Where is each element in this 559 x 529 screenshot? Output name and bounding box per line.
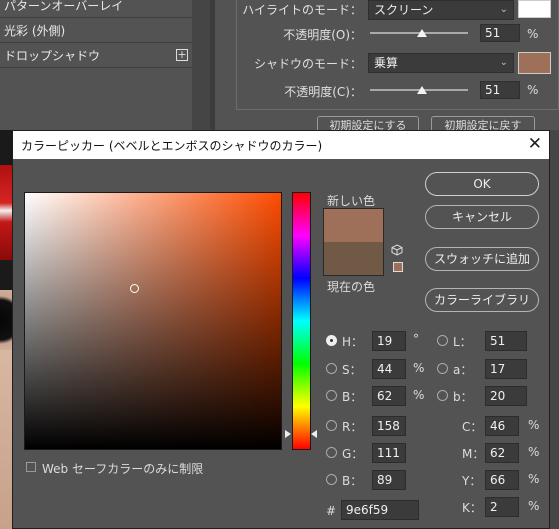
layer-style-list: パターンオーバーレイ 光彩 (外側) ドロップシャドウ + [0, 0, 210, 130]
highlight-color-swatch[interactable] [518, 0, 551, 18]
hue-slider[interactable] [292, 192, 311, 450]
b-input[interactable]: 62 [372, 386, 406, 406]
m-label: M： [462, 447, 485, 461]
g-label: G： [342, 447, 364, 461]
shadow-opacity-label: 不透明度(C)： [284, 85, 362, 99]
h-input[interactable]: 19 [372, 331, 406, 351]
degree-unit: ° [413, 332, 419, 346]
radio-a[interactable] [437, 363, 448, 374]
hex-input[interactable]: 9e6f59 [341, 500, 419, 520]
m-input[interactable]: 62 [485, 443, 519, 463]
web-safe-color-swatch[interactable] [393, 262, 403, 272]
color-picker-dialog: カラーピッカー (ベベルとエンボスのシャドウのカラー) ✕ 新しい色 現在の色 … [12, 130, 550, 529]
radio-lab-b[interactable] [437, 390, 448, 401]
radio-h[interactable] [326, 335, 337, 346]
add-to-swatches-button[interactable]: スウォッチに追加 [425, 247, 539, 271]
highlight-opacity-label: 不透明度(O)： [283, 28, 362, 42]
color-selector-ring[interactable] [130, 284, 139, 293]
close-icon[interactable]: ✕ [528, 134, 542, 154]
radio-g[interactable] [326, 447, 337, 458]
web-safe-checkbox[interactable] [26, 462, 36, 472]
s-label: S： [342, 363, 362, 377]
highlight-mode-select[interactable]: スクリーン ⌄ [368, 0, 514, 20]
shadow-mode-select[interactable]: 乗算 ⌄ [368, 53, 514, 73]
new-color-label: 新しい色 [327, 194, 376, 208]
s-input[interactable]: 44 [372, 359, 406, 379]
style-list-scrollbar[interactable] [192, 0, 210, 130]
blue-label: B： [342, 474, 363, 488]
radio-b[interactable] [326, 390, 337, 401]
percent-unit: % [413, 388, 425, 402]
percent-unit: % [528, 499, 540, 513]
shadow-opacity-input[interactable]: 51 [480, 81, 520, 99]
y-input[interactable]: 66 [485, 470, 519, 490]
radio-blue[interactable] [326, 474, 337, 485]
dialog-title: カラーピッカー (ベベルとエンボスのシャドウのカラー) [21, 139, 323, 153]
cube-icon[interactable] [391, 244, 403, 256]
dialog-titlebar[interactable]: カラーピッカー (ベベルとエンボスのシャドウのカラー) ✕ [13, 131, 549, 159]
percent-label: % [527, 27, 539, 41]
style-item-outer-glow[interactable]: 光彩 (外側) [0, 19, 192, 43]
shadow-color-swatch[interactable] [518, 52, 551, 74]
radio-r[interactable] [326, 420, 337, 431]
l-input[interactable]: 51 [485, 331, 527, 351]
g-input[interactable]: 111 [372, 443, 406, 463]
current-color-label: 現在の色 [327, 280, 376, 294]
percent-unit: % [528, 445, 540, 459]
a-input[interactable]: 17 [485, 359, 527, 379]
chevron-down-icon: ⌄ [499, 57, 508, 68]
saturation-brightness-field[interactable] [24, 192, 282, 450]
percent-label: % [527, 83, 539, 97]
cancel-button[interactable]: キャンセル [425, 205, 539, 229]
highlight-opacity-input[interactable]: 51 [480, 24, 520, 42]
lab-b-label: b： [453, 390, 473, 404]
a-label: a： [453, 363, 473, 377]
r-label: R： [342, 420, 363, 434]
hex-label: # [326, 504, 337, 518]
highlight-mode-label: ハイライトのモード： [242, 3, 362, 17]
hue-slider-left-arrow-icon[interactable] [285, 430, 291, 438]
style-item-drop-shadow[interactable]: ドロップシャドウ + [0, 44, 192, 68]
style-item-pattern-overlay[interactable]: パターンオーバーレイ [0, 0, 192, 18]
y-label: Y： [462, 474, 482, 488]
current-color-swatch[interactable] [324, 242, 383, 275]
percent-unit: % [528, 418, 540, 432]
color-libraries-button[interactable]: カラーライブラリ [425, 288, 539, 312]
c-label: C： [462, 420, 483, 434]
k-input[interactable]: 2 [485, 497, 519, 517]
b-label: B： [342, 390, 363, 404]
shadow-mode-label: シャドウのモード： [253, 57, 362, 71]
ok-button[interactable]: OK [425, 172, 539, 196]
chevron-down-icon: ⌄ [499, 4, 508, 15]
h-label: H： [342, 335, 364, 349]
blue-input[interactable]: 89 [372, 470, 406, 490]
radio-s[interactable] [326, 363, 337, 374]
add-style-plus-icon[interactable]: + [176, 49, 188, 61]
new-color-swatch [324, 209, 383, 242]
hue-slider-right-arrow-icon[interactable] [311, 430, 317, 438]
radio-l[interactable] [437, 335, 448, 346]
percent-unit: % [528, 472, 540, 486]
l-label: L： [453, 335, 472, 349]
percent-unit: % [413, 361, 425, 375]
r-input[interactable]: 158 [372, 416, 406, 436]
c-input[interactable]: 46 [485, 416, 519, 436]
web-safe-label: Web セーフカラーのみに制限 [42, 462, 204, 476]
k-label: K： [462, 501, 482, 515]
lab-b-input[interactable]: 20 [485, 386, 527, 406]
slider-thumb[interactable] [417, 29, 427, 37]
slider-thumb[interactable] [417, 86, 427, 94]
